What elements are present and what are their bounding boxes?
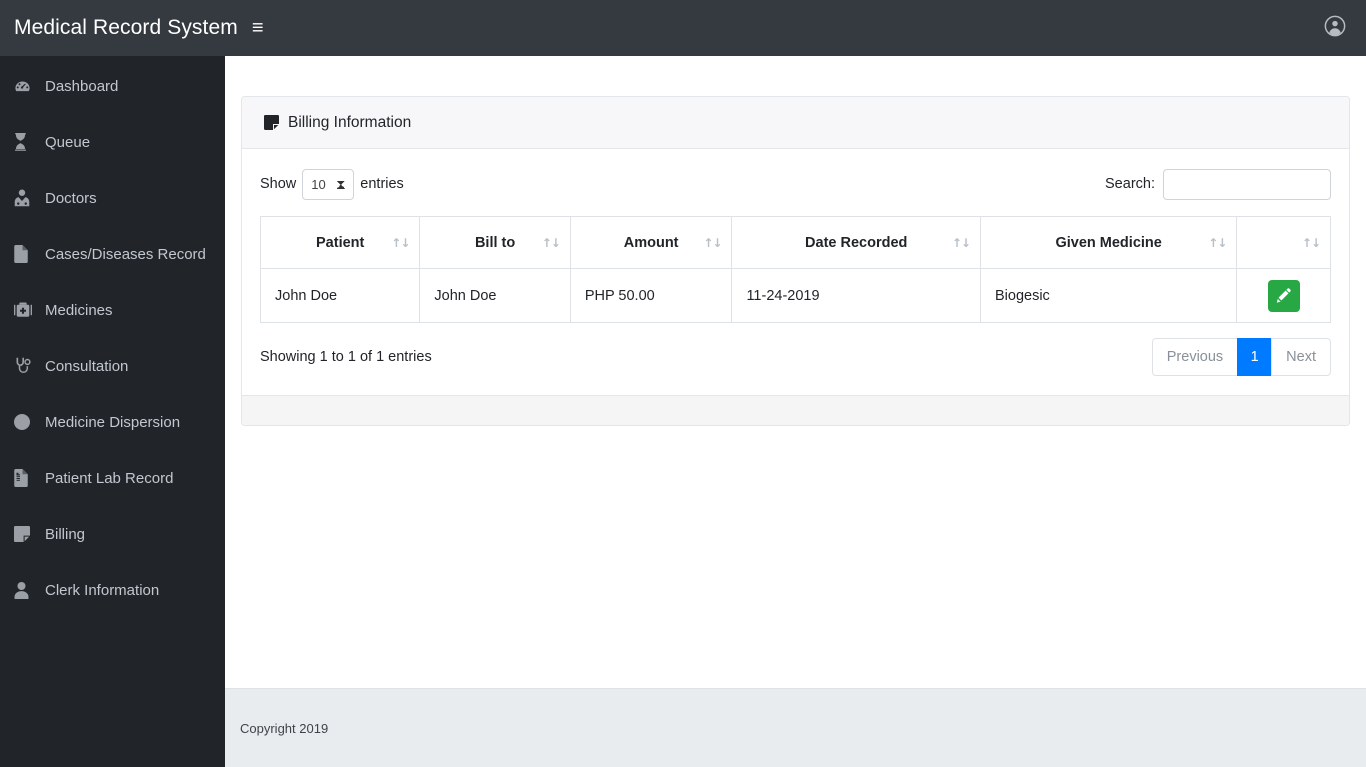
pagination-previous[interactable]: Previous [1151, 338, 1238, 376]
sidebar-item-label: Cases/Diseases Record [45, 245, 206, 263]
table-header-row: Patient ↑↓ Bill to ↑↓ Amount ↑↓ Date Rec… [259, 216, 1331, 269]
hamburger-menu-icon[interactable]: ≡ [252, 18, 264, 38]
pagination-next[interactable]: Next [1271, 338, 1331, 376]
column-label: Bill to [474, 234, 516, 251]
cell-bill-to: John Doe [419, 268, 571, 323]
table-body: John Doe John Doe PHP 50.00 11-24-2019 B… [259, 268, 1331, 323]
column-label: Given Medicine [1055, 234, 1162, 251]
datatable-footer-controls: Showing 1 to 1 of 1 entries Previous 1 N… [260, 337, 1331, 377]
sort-icon[interactable]: ↑↓ [952, 236, 971, 250]
card-body: Show 10 25 50 100 entries Search: [242, 149, 1349, 395]
file-icon [14, 245, 36, 263]
copyright-text: Copyright 2019 [240, 720, 329, 736]
top-navbar: Medical Record System ≡ [0, 0, 1366, 56]
datatable-info: Showing 1 to 1 of 1 entries [260, 349, 432, 365]
file-medical-icon [14, 469, 36, 487]
sort-icon[interactable]: ↑↓ [391, 236, 410, 250]
column-label: Amount [623, 234, 679, 251]
medkit-icon [14, 302, 36, 318]
entries-per-page-select[interactable]: 10 25 50 100 [302, 168, 355, 200]
column-header-bill-to[interactable]: Bill to ↑↓ [419, 216, 571, 269]
column-header-amount[interactable]: Amount ↑↓ [569, 216, 733, 269]
sidebar-item-medicine-dispersion[interactable]: Medicine Dispersion [0, 404, 225, 440]
datatable-length-control: Show 10 25 50 100 entries [260, 168, 404, 200]
table-header: Patient ↑↓ Bill to ↑↓ Amount ↑↓ Date Rec… [259, 216, 1331, 269]
search-input[interactable] [1163, 168, 1331, 200]
search-label: Search: [1105, 176, 1155, 192]
sidebar-item-label: Queue [45, 133, 91, 151]
sidebar-item-label: Dashboard [45, 77, 119, 95]
sidebar-item-queue[interactable]: Queue [0, 124, 225, 160]
table-row: John Doe John Doe PHP 50.00 11-24-2019 B… [259, 268, 1331, 323]
sidebar-item-billing[interactable]: Billing [0, 516, 225, 552]
sort-icon[interactable]: ↑↓ [1208, 236, 1227, 250]
tachometer-icon [14, 78, 36, 95]
datatable-search-control: Search: [1105, 168, 1331, 200]
app-brand-title: Medical Record System [14, 16, 238, 39]
cell-date-recorded: 11-24-2019 [731, 268, 981, 323]
card-header: Billing Information [242, 97, 1349, 149]
card-footer [242, 395, 1349, 425]
sidebar-item-label: Medicines [45, 301, 113, 319]
sidebar-item-consultation[interactable]: Consultation [0, 348, 225, 384]
page-footer: Copyright 2019 [225, 688, 1366, 767]
pagination-page-1[interactable]: 1 [1237, 338, 1272, 376]
sidebar-navigation: Dashboard Queue Doctors Cases/Diseases R… [0, 56, 225, 767]
sidebar-item-label: Medicine Dispersion [45, 413, 181, 431]
column-label: Patient [316, 234, 365, 251]
billing-table: Patient ↑↓ Bill to ↑↓ Amount ↑↓ Date Rec… [259, 216, 1331, 323]
sidebar-item-clerk-information[interactable]: Clerk Information [0, 572, 225, 608]
pagination: Previous 1 Next [1151, 338, 1331, 376]
column-header-actions[interactable]: ↑↓ [1236, 216, 1331, 269]
pencil-icon [1276, 288, 1291, 303]
content-wrapper: Billing Information Show 10 25 50 100 en… [225, 56, 1366, 767]
column-header-date-recorded[interactable]: Date Recorded ↑↓ [731, 216, 981, 269]
billing-information-card: Billing Information Show 10 25 50 100 en… [241, 96, 1350, 426]
cell-given-medicine: Biogesic [979, 268, 1238, 323]
sidebar-item-dashboard[interactable]: Dashboard [0, 68, 225, 104]
sticky-note-icon [14, 526, 36, 542]
main-content: Billing Information Show 10 25 50 100 en… [225, 56, 1366, 688]
navbar-right-group [1324, 15, 1346, 42]
hourglass-icon [14, 133, 36, 151]
show-label: Show [260, 176, 297, 192]
cell-actions [1236, 268, 1331, 323]
sort-icon[interactable]: ↑↓ [542, 236, 561, 250]
column-header-given-medicine[interactable]: Given Medicine ↑↓ [979, 216, 1238, 269]
sort-icon[interactable]: ↑↓ [1302, 236, 1321, 250]
column-header-patient[interactable]: Patient ↑↓ [259, 216, 421, 269]
card-title: Billing Information [288, 113, 412, 131]
sidebar-item-label: Patient Lab Record [45, 469, 174, 487]
sidebar-item-patient-lab-record[interactable]: Patient Lab Record [0, 460, 225, 496]
datatable-controls: Show 10 25 50 100 entries Search: [260, 165, 1331, 203]
sidebar-item-label: Consultation [45, 357, 129, 375]
user-md-icon [14, 189, 36, 207]
entries-label: entries [360, 176, 404, 192]
column-label: Date Recorded [805, 234, 908, 251]
sidebar-item-label: Billing [45, 525, 86, 543]
user-icon [14, 581, 36, 599]
circle-icon [14, 414, 36, 430]
sidebar-item-doctors[interactable]: Doctors [0, 180, 225, 216]
sticky-note-icon [264, 115, 279, 130]
sidebar-item-label: Clerk Information [45, 581, 160, 599]
sidebar-item-label: Doctors [45, 189, 97, 207]
stethoscope-icon [14, 357, 36, 375]
cell-amount: PHP 50.00 [569, 268, 733, 323]
edit-button[interactable] [1267, 279, 1300, 312]
sidebar-item-medicines[interactable]: Medicines [0, 292, 225, 328]
sidebar-item-cases-diseases-record[interactable]: Cases/Diseases Record [0, 236, 225, 272]
sort-icon[interactable]: ↑↓ [703, 236, 722, 250]
cell-patient: John Doe [259, 268, 421, 323]
user-circle-icon[interactable] [1324, 15, 1346, 42]
